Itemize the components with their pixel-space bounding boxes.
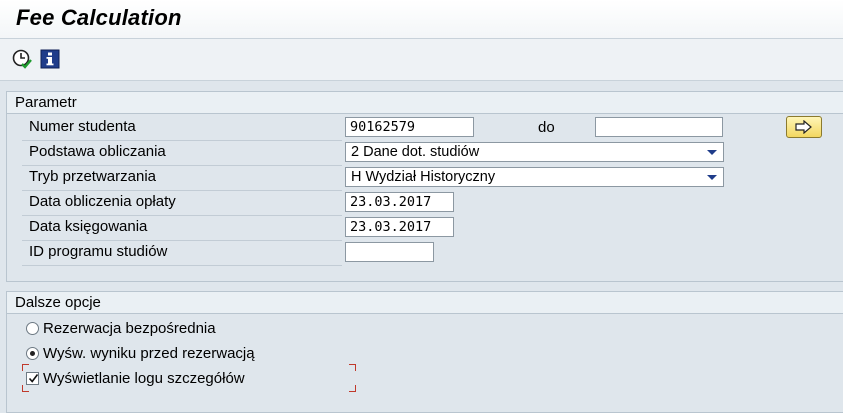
fee-date-label: Data obliczenia opłaty (29, 193, 176, 210)
student-number-label: Numer studenta (29, 118, 136, 135)
focus-corner (22, 364, 29, 371)
title-bar: Fee Calculation (0, 0, 843, 39)
row-processing-mode: Tryb przetwarzania (22, 166, 342, 191)
clock-execute-icon (12, 49, 32, 69)
page-title: Fee Calculation (16, 5, 182, 30)
fee-date-input[interactable] (345, 192, 454, 212)
processing-mode-dropdown[interactable]: H Wydział Historyczny (345, 167, 724, 187)
chevron-down-icon (707, 175, 717, 180)
row-program-id: ID programu studiów (22, 241, 342, 266)
student-number-to-label: do (538, 119, 555, 136)
row-student-number: Numer studenta (22, 116, 342, 141)
checkbox-detail-log-label: Wyświetlanie logu szczegółów (43, 369, 245, 387)
checkmark-icon (28, 373, 39, 383)
options-group-header: Dalsze opcje (7, 292, 843, 314)
row-fee-date: Data obliczenia opłaty (22, 191, 342, 216)
checkbox[interactable] (26, 371, 39, 385)
posting-date-input[interactable] (345, 217, 454, 237)
info-button[interactable] (40, 49, 60, 69)
application-toolbar (0, 39, 843, 81)
parametr-group-header: Parametr (7, 92, 843, 114)
calculation-basis-label: Podstawa obliczania (29, 143, 166, 160)
multiple-selection-button[interactable] (786, 116, 822, 138)
processing-mode-label: Tryb przetwarzania (29, 168, 156, 185)
radio-button-on[interactable] (26, 346, 39, 360)
info-icon (40, 49, 60, 69)
checkbox-detail-log[interactable]: Wyświetlanie logu szczegółów (26, 367, 245, 389)
processing-mode-value: H Wydział Historyczny (351, 169, 496, 185)
radio-direct-booking[interactable]: Rezerwacja bezpośrednia (26, 317, 216, 339)
row-posting-date: Data księgowania (22, 216, 342, 241)
student-number-from-input[interactable] (345, 117, 474, 137)
calculation-basis-value: 2 Dane dot. studiów (351, 144, 480, 160)
focus-corner (349, 385, 356, 392)
radio-preview-result-label: Wyśw. wyniku przed rezerwacją (43, 344, 255, 362)
radio-direct-booking-label: Rezerwacja bezpośrednia (43, 319, 216, 337)
program-id-label: ID programu studiów (29, 243, 168, 260)
focus-corner (22, 385, 29, 392)
execute-button[interactable] (12, 49, 32, 69)
radio-button-off[interactable] (26, 321, 39, 335)
focus-corner (349, 364, 356, 371)
program-id-input[interactable] (345, 242, 434, 262)
row-calculation-basis: Podstawa obliczania (22, 141, 342, 166)
student-number-to-input[interactable] (595, 117, 723, 137)
arrow-right-icon (795, 120, 812, 134)
posting-date-label: Data księgowania (29, 218, 148, 235)
calculation-basis-dropdown[interactable]: 2 Dane dot. studiów (345, 142, 724, 162)
radio-preview-result[interactable]: Wyśw. wyniku przed rezerwacją (26, 342, 255, 364)
chevron-down-icon (707, 150, 717, 155)
